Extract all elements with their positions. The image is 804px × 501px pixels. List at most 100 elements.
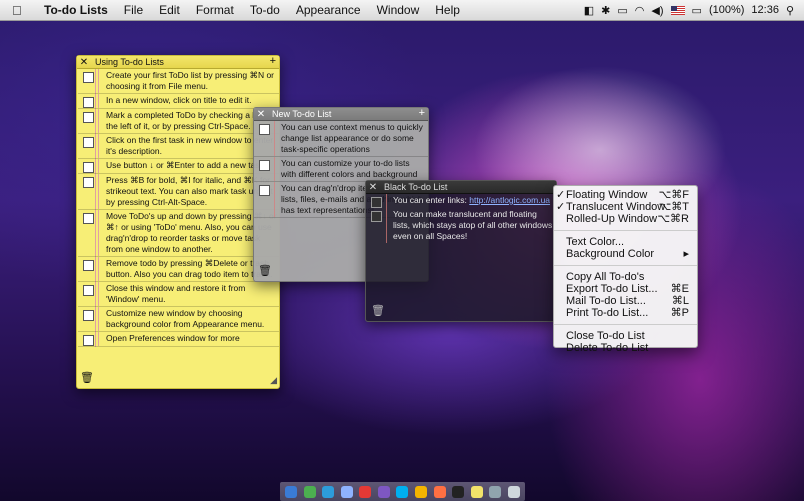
task-text[interactable]: Click on the first task in new window to… [98,134,279,158]
wifi-icon[interactable]: ◠ [635,4,645,17]
context-menu-item[interactable]: Background Color ▸ [554,248,697,260]
task-checkbox[interactable] [83,72,94,83]
task-text[interactable]: In a new window, click on title to edit … [98,94,279,108]
window-titlebar[interactable]: ✕ New To-do List + [254,107,428,121]
task-checkbox[interactable] [259,160,270,171]
menu-window[interactable]: Window [369,3,428,17]
task-row[interactable]: You can use context menus to quickly cha… [254,121,428,157]
spotlight-icon[interactable]: ⚲ [786,4,794,17]
menu-format[interactable]: Format [188,3,242,17]
task-row[interactable]: Open Preferences window for more [78,332,279,347]
task-checkbox[interactable] [83,112,94,123]
bluetooth-icon[interactable]: ✱ [601,4,610,17]
ical-icon[interactable] [359,485,372,498]
notes-icon[interactable] [470,485,483,498]
task-text[interactable]: You can customize your to-do lists with … [274,157,428,181]
close-icon[interactable]: ✕ [254,109,268,120]
window-title[interactable]: Black To-do List [384,182,447,192]
context-menu-item[interactable]: Copy All To-do's [554,271,697,283]
close-icon[interactable]: ✕ [366,182,380,193]
task-checkbox[interactable] [83,285,94,296]
apple-icon[interactable]:  [12,3,26,18]
task-checkbox[interactable] [83,335,94,346]
app-menu[interactable]: To-do Lists [36,3,116,17]
task-checkbox[interactable] [83,162,94,173]
flag-icon[interactable] [670,5,685,15]
menu-todo[interactable]: To-do [242,3,288,17]
task-row[interactable]: You can make translucent and floating li… [366,208,556,243]
task-text[interactable]: You can enter links: http://antlogic.com… [386,194,556,208]
trash-icon[interactable]: 🗑 [258,264,272,277]
context-menu-item[interactable]: Text Color... [554,236,697,248]
skype-icon[interactable] [396,485,409,498]
task-checkbox[interactable] [83,97,94,108]
task-checkbox[interactable] [83,177,94,188]
battery-icon[interactable]: ▭ [692,4,702,17]
task-text[interactable]: You can use context menus to quickly cha… [274,121,428,156]
preview-icon[interactable] [489,485,502,498]
menu-extra-icon[interactable]: ◧ [584,4,594,17]
context-menu-item[interactable]: Print To-do List... ⌘P [554,307,697,319]
task-row[interactable]: Create your first ToDo list by pressing … [78,69,279,94]
task-row[interactable]: Remove todo by pressing ⌘Delete or trash… [78,257,279,282]
menu-file[interactable]: File [116,3,151,17]
task-row[interactable]: Click on the first task in new window to… [78,134,279,159]
task-text[interactable]: Customize new window by choosing backgro… [98,307,279,331]
task-text[interactable]: Use button ↓ or ⌘Enter to add a new task… [98,159,279,173]
trash-icon[interactable]: 🗑 [371,304,385,317]
task-text[interactable]: Move ToDo's up and down by pressing ⌘↓ o… [98,210,279,256]
task-row[interactable]: Close this window and restore it from 'W… [78,282,279,307]
add-task-icon[interactable]: + [270,55,276,67]
task-text[interactable]: Close this window and restore it from 'W… [98,282,279,306]
task-checkbox[interactable] [371,211,382,222]
window-title[interactable]: New To-do List [272,109,331,119]
task-text[interactable]: Mark a completed ToDo by checking a box … [98,109,279,133]
trash-icon[interactable] [507,485,520,498]
trash-icon[interactable]: 🗑 [80,371,94,384]
display-icon[interactable]: ▭ [617,4,627,17]
task-row[interactable]: You can customize your to-do lists with … [254,157,428,182]
context-menu-item[interactable]: Export To-do List... ⌘E [554,283,697,295]
context-menu-item[interactable]: ✓ Translucent Window ⌥⌘T [554,201,697,213]
terminal-icon[interactable] [452,485,465,498]
task-row[interactable]: Use button ↓ or ⌘Enter to add a new task… [78,159,279,174]
dashboard-icon[interactable] [303,485,316,498]
task-checkbox[interactable] [371,197,382,208]
window-titlebar[interactable]: ✕ Using To-do Lists + [77,55,279,69]
context-menu-item[interactable]: Close To-do List [554,330,697,342]
task-checkbox[interactable] [259,185,270,196]
context-menu-item[interactable]: Mail To-do List... ⌘L [554,295,697,307]
resize-handle-icon[interactable]: ◢ [270,375,277,386]
itunes-icon[interactable] [377,485,390,498]
task-row[interactable]: Press ⌘B for bold, ⌘I for italic, and ⌘K… [78,174,279,210]
task-checkbox[interactable] [83,137,94,148]
finder-icon[interactable] [285,485,298,498]
task-row[interactable]: Move ToDo's up and down by pressing ⌘↓ o… [78,210,279,257]
task-checkbox[interactable] [259,124,270,135]
app-icon[interactable] [433,485,446,498]
menu-appearance[interactable]: Appearance [288,3,369,17]
close-icon[interactable]: ✕ [77,57,91,68]
task-text[interactable]: Remove todo by pressing ⌘Delete or trash… [98,257,279,281]
task-text[interactable]: You can make translucent and floating li… [386,208,556,243]
task-checkbox[interactable] [83,310,94,321]
iphoto-icon[interactable] [414,485,427,498]
window-title[interactable]: Using To-do Lists [95,57,164,67]
mail-icon[interactable] [340,485,353,498]
task-checkbox[interactable] [83,260,94,271]
context-menu-item[interactable]: Delete To-do List [554,342,697,354]
window-titlebar[interactable]: ✕ Black To-do List [366,181,556,194]
volume-icon[interactable]: ◀) [651,4,663,17]
task-checkbox[interactable] [83,213,94,224]
context-menu-item[interactable]: ✓ Floating Window ⌥⌘F [554,189,697,201]
task-row[interactable]: In a new window, click on title to edit … [78,94,279,109]
task-link[interactable]: http://antlogic.com.ua [469,195,550,205]
task-text[interactable]: Create your first ToDo list by pressing … [98,69,279,93]
task-row[interactable]: Customize new window by choosing backgro… [78,307,279,332]
context-menu-item[interactable]: Rolled-Up Window ⌥⌘R [554,213,697,225]
menu-edit[interactable]: Edit [151,3,188,17]
safari-icon[interactable] [322,485,335,498]
menu-help[interactable]: Help [427,3,468,17]
task-text[interactable]: Open Preferences window for more [98,332,279,346]
task-text[interactable]: Press ⌘B for bold, ⌘I for italic, and ⌘K… [98,174,279,209]
